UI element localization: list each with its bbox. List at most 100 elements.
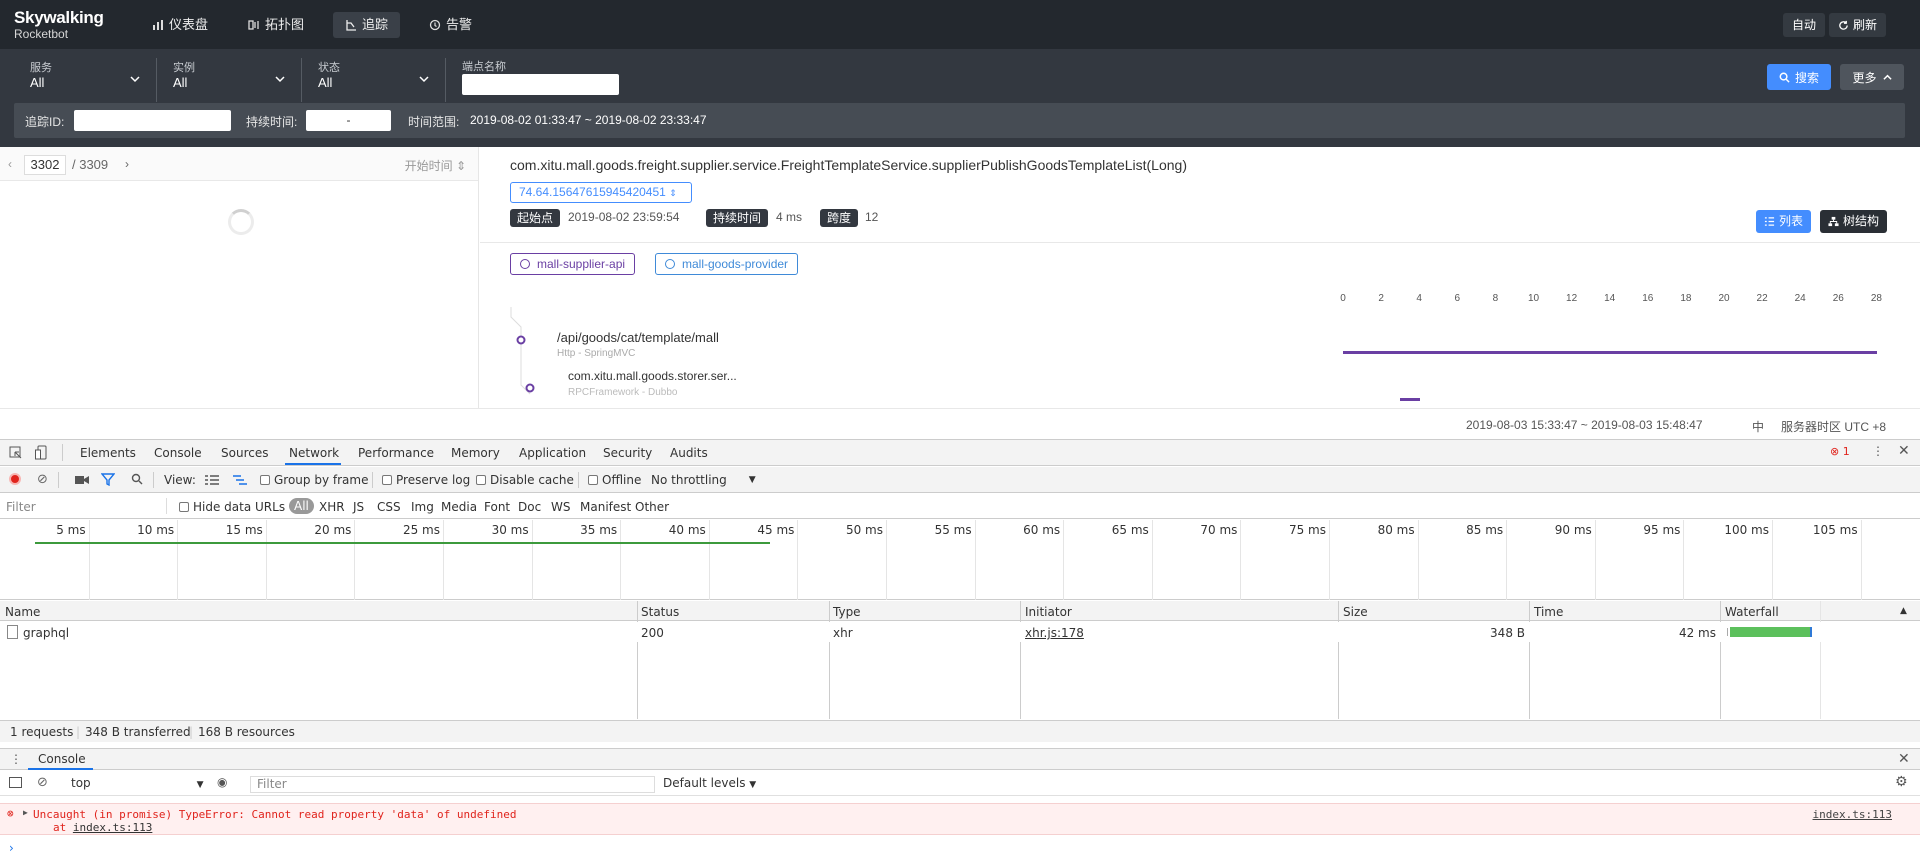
checkbox[interactable] [588, 475, 598, 485]
console-filter-input[interactable]: Filter [250, 776, 655, 793]
tab-memory[interactable]: Memory [451, 446, 500, 460]
page-input[interactable]: 3302 [24, 155, 66, 175]
drawer-tab-console[interactable]: Console [38, 752, 86, 766]
logo[interactable]: Skywalking Rocketbot [14, 9, 109, 45]
type-filter-js[interactable]: JS [353, 500, 364, 514]
tab-security[interactable]: Security [603, 446, 652, 460]
type-filter-xhr[interactable]: XHR [319, 500, 345, 514]
type-filter-doc[interactable]: Doc [518, 500, 541, 514]
nav-topology[interactable]: 拓扑图 [236, 12, 316, 38]
sidebar-toggle-icon[interactable] [9, 777, 22, 788]
type-filter-ws[interactable]: WS [551, 500, 570, 514]
refresh-button[interactable]: 刷新 [1829, 13, 1887, 37]
type-filter-img[interactable]: Img [411, 500, 434, 514]
tab-network[interactable]: Network [289, 446, 339, 460]
disable-cache-checkbox[interactable]: Disable cache [476, 473, 574, 487]
table-row[interactable]: graphql 200 xhr xhr.js:178 348 B 42 ms [0, 622, 1920, 642]
service-legend-goods-provider[interactable]: mall-goods-provider [655, 253, 799, 275]
endpoint-input[interactable] [462, 74, 619, 95]
devtools-menu-icon[interactable]: ⋮ [1872, 444, 1884, 458]
live-expression-eye-icon[interactable]: ◉ [217, 775, 227, 789]
column-time[interactable]: Time [1534, 605, 1563, 619]
checkbox[interactable] [179, 502, 189, 512]
large-rows-icon[interactable] [205, 475, 219, 485]
column-initiator[interactable]: Initiator [1025, 605, 1072, 619]
sort-select[interactable]: 开始时间 ⇕ [405, 157, 466, 174]
nav-trace[interactable]: 追踪 [333, 12, 401, 38]
close-icon[interactable]: ✕ [1898, 443, 1910, 459]
tab-performance[interactable]: Performance [358, 446, 434, 460]
error-source-link[interactable]: index.ts:113 [1813, 808, 1892, 821]
column-type[interactable]: Type [833, 605, 861, 619]
filter-icon[interactable] [101, 473, 115, 486]
type-filter-font[interactable]: Font [484, 500, 510, 514]
group-by-frame-checkbox[interactable]: Group by frame [260, 473, 368, 487]
auto-refresh-button[interactable]: 自动 [1783, 13, 1826, 37]
console-error-message[interactable]: ⊗ ▶ Uncaught (in promise) TypeError: Can… [0, 803, 1920, 835]
tab-application[interactable]: Application [519, 446, 586, 460]
type-filter-all[interactable]: All [289, 498, 314, 514]
request-initiator[interactable]: xhr.js:178 [1025, 626, 1084, 640]
tab-sources[interactable]: Sources [221, 446, 268, 460]
trace-id-input[interactable] [74, 110, 231, 131]
nav-alarm[interactable]: 告警 [417, 12, 484, 38]
duration-input[interactable]: - [306, 110, 391, 131]
drawer-menu-icon[interactable]: ⋮ [10, 752, 22, 766]
search-button[interactable]: 搜索 [1767, 64, 1831, 90]
inspect-element-icon[interactable] [9, 446, 23, 460]
waterfall-view-icon[interactable] [233, 475, 247, 485]
context-select[interactable]: top ▼ [71, 776, 204, 790]
span-bar[interactable] [1400, 398, 1420, 401]
type-filter-media[interactable]: Media [441, 500, 477, 514]
time-range-value[interactable]: 2019-08-02 01:33:47 ~ 2019-08-02 23:33:4… [470, 113, 707, 127]
tab-console[interactable]: Console [154, 446, 202, 460]
instance-select[interactable]: 实例 All [158, 58, 302, 102]
more-button[interactable]: 更多 [1840, 64, 1904, 90]
error-counter[interactable]: ⊗ 1 [1830, 445, 1850, 458]
language-toggle[interactable]: 中 [1752, 418, 1764, 435]
network-overview-timeline[interactable]: 5 ms 10 ms 15 ms 20 ms 25 ms 30 ms 35 ms 40 ms 4… [0, 520, 1920, 600]
next-page-icon[interactable]: › [125, 157, 129, 171]
preserve-log-checkbox[interactable]: Preserve log [382, 473, 470, 487]
column-status[interactable]: Status [641, 605, 679, 619]
waterfall-bar[interactable] [1730, 627, 1812, 637]
console-prompt[interactable]: › [9, 841, 14, 855]
span-name[interactable]: /api/goods/cat/template/mall [557, 330, 719, 345]
filter-input[interactable]: Filter [6, 500, 36, 514]
request-name[interactable]: graphql [23, 626, 69, 640]
search-icon[interactable] [131, 473, 143, 485]
close-drawer-icon[interactable]: ✕ [1898, 751, 1910, 767]
console-settings-gear-icon[interactable]: ⚙ [1895, 774, 1908, 790]
hide-data-urls-checkbox[interactable]: Hide data URLs [179, 500, 285, 514]
type-filter-manifest[interactable]: Manifest [580, 500, 631, 514]
trace-id-select[interactable]: 74.64.15647615945420451 ⇕ [510, 182, 692, 203]
device-toolbar-icon[interactable] [35, 445, 49, 460]
tree-view-button[interactable]: 树结构 [1820, 210, 1888, 233]
service-select[interactable]: 服务 All [14, 58, 157, 102]
prev-page-icon[interactable]: ‹ [8, 157, 12, 171]
nav-dashboard[interactable]: 仪表盘 [140, 12, 220, 38]
column-waterfall[interactable]: Waterfall [1725, 605, 1779, 619]
footer-time-range[interactable]: 2019-08-03 15:33:47 ~ 2019-08-03 15:48:4… [1466, 418, 1703, 432]
log-levels-select[interactable]: Default levels ▼ [663, 776, 756, 790]
capture-screenshots-icon[interactable] [75, 475, 89, 485]
record-icon[interactable] [9, 473, 21, 485]
throttling-select[interactable]: No throttling ▼ [651, 473, 756, 487]
error-stack-link[interactable]: index.ts:113 [73, 821, 152, 834]
type-filter-css[interactable]: CSS [377, 500, 401, 514]
column-name[interactable]: Name [5, 605, 40, 619]
checkbox[interactable] [260, 475, 270, 485]
tab-elements[interactable]: Elements [80, 446, 136, 460]
clear-console-icon[interactable]: ⊘ [37, 775, 48, 790]
checkbox[interactable] [382, 475, 392, 485]
clear-icon[interactable]: ⊘ [37, 472, 48, 487]
tab-audits[interactable]: Audits [670, 446, 708, 460]
span-bar[interactable] [1343, 351, 1877, 354]
expand-arrow-icon[interactable]: ▶ [23, 808, 28, 817]
state-select[interactable]: 状态 All [303, 58, 446, 102]
column-size[interactable]: Size [1343, 605, 1368, 619]
checkbox[interactable] [476, 475, 486, 485]
offline-checkbox[interactable]: Offline [588, 473, 641, 487]
span-name[interactable]: com.xitu.mall.goods.storer.ser... [568, 369, 737, 383]
list-view-button[interactable]: 列表 [1756, 210, 1812, 233]
